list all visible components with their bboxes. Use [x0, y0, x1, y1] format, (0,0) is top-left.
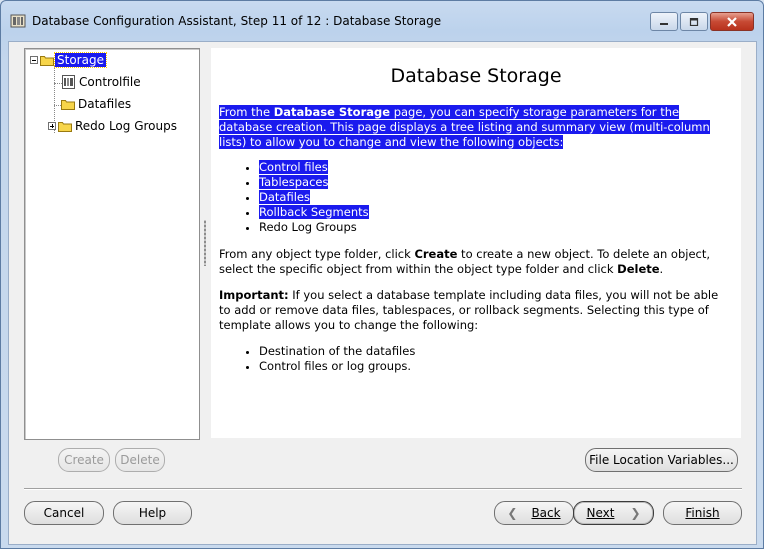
storage-tree[interactable]: Storage Controlfile Datafiles Redo Log G…: [24, 48, 200, 440]
changeable-list: Destination of the datafiles Control fil…: [219, 344, 415, 374]
list-item-text: Tablespaces: [259, 175, 329, 189]
window-controls: [648, 12, 754, 31]
tree-connector: [54, 105, 61, 106]
delete-keyword: Delete: [617, 262, 660, 276]
help-button[interactable]: Help: [113, 501, 192, 525]
close-icon: [727, 16, 737, 27]
title-bar[interactable]: Database Configuration Assistant, Step 1…: [1, 1, 763, 41]
button-separator: [24, 488, 742, 490]
tree-node-datafiles[interactable]: Datafiles: [61, 95, 133, 113]
list-item: Control files or log groups.: [219, 359, 415, 374]
important-paragraph: Important: If you select a database temp…: [219, 288, 731, 333]
list-item: Tablespaces: [219, 175, 369, 190]
important-text: If you select a database template includ…: [219, 288, 719, 332]
expand-toggle[interactable]: [48, 122, 56, 130]
tree-label-redo-log-groups: Redo Log Groups: [75, 119, 177, 133]
list-item: Control files: [219, 160, 369, 175]
para-text: .: [659, 262, 664, 276]
database-app-icon: [10, 14, 26, 28]
chevron-right-icon: ❯: [630, 506, 641, 520]
tree-label-datafiles: Datafiles: [78, 97, 132, 111]
create-keyword: Create: [414, 247, 458, 261]
finish-button[interactable]: Finish: [663, 501, 742, 525]
chevron-left-icon: ❮: [507, 506, 518, 520]
create-button[interactable]: Create: [58, 448, 110, 472]
panel-splitter[interactable]: [204, 220, 206, 266]
minimize-icon: [660, 22, 668, 25]
folder-open-icon: [40, 55, 54, 66]
create-delete-paragraph: From any object type folder, click Creat…: [219, 247, 731, 277]
tree-label-storage: Storage: [54, 52, 107, 68]
window-title: Database Configuration Assistant, Step 1…: [32, 14, 442, 28]
para-text: From any object type folder, click: [219, 247, 415, 261]
close-button[interactable]: [710, 12, 754, 31]
page-title: Database Storage: [390, 65, 562, 87]
dbca-window: Database Configuration Assistant, Step 1…: [0, 0, 764, 549]
list-item: Destination of the datafiles: [219, 344, 415, 359]
finish-button-label: Finish: [685, 506, 720, 520]
tree-label-controlfile: Controlfile: [79, 75, 141, 89]
list-item-text: Control files: [259, 160, 328, 174]
tree-node-redo-log-groups[interactable]: Redo Log Groups: [48, 117, 179, 135]
list-item-text: Rollback Segments: [259, 205, 369, 219]
help-content-panel: Database Storage From the Database Stora…: [211, 48, 741, 438]
file-location-variables-button[interactable]: File Location Variables...: [585, 448, 738, 472]
back-button-label: Back: [531, 506, 561, 520]
tree-node-controlfile[interactable]: Controlfile: [62, 73, 143, 91]
folder-icon: [61, 99, 75, 110]
list-item: Rollback Segments: [219, 205, 369, 220]
intro-text-bold: Database Storage: [273, 105, 391, 119]
maximize-button[interactable]: [680, 12, 708, 31]
cancel-button[interactable]: Cancel: [24, 501, 104, 525]
list-item: Datafiles: [219, 190, 369, 205]
intro-text-before: From the: [219, 105, 274, 119]
list-item-text: Redo Log Groups: [259, 220, 357, 234]
delete-button[interactable]: Delete: [115, 448, 165, 472]
collapse-toggle[interactable]: [30, 56, 38, 64]
intro-paragraph: From the Database Storage page, you can …: [219, 105, 731, 150]
folder-icon: [58, 121, 72, 132]
minimize-button[interactable]: [650, 12, 678, 31]
maximize-icon: [689, 17, 699, 26]
dialog-client-area: Storage Controlfile Datafiles Redo Log G…: [8, 41, 757, 545]
tree-node-storage[interactable]: Storage: [30, 51, 107, 69]
important-label: Important:: [219, 288, 289, 302]
next-button-label: Next: [586, 506, 615, 520]
list-item-text: Datafiles: [259, 190, 310, 204]
back-button[interactable]: ❮ Back: [494, 501, 574, 525]
next-button[interactable]: Next ❯: [573, 501, 654, 525]
tree-connector: [54, 83, 62, 84]
controlfile-icon: [62, 75, 75, 89]
storage-object-list: Control files Tablespaces Datafiles Roll…: [219, 160, 369, 235]
list-item: Redo Log Groups: [219, 220, 369, 235]
